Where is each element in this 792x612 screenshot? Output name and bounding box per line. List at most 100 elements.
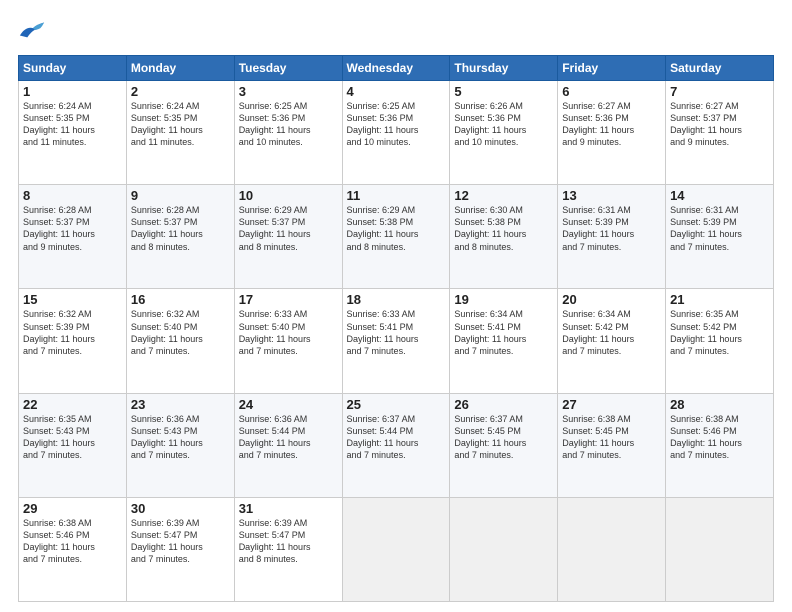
cell-info: Sunrise: 6:39 AM Sunset: 5:47 PM Dayligh… bbox=[131, 517, 230, 566]
calendar-cell: 2Sunrise: 6:24 AM Sunset: 5:35 PM Daylig… bbox=[126, 81, 234, 185]
calendar-cell: 30Sunrise: 6:39 AM Sunset: 5:47 PM Dayli… bbox=[126, 497, 234, 601]
cell-info: Sunrise: 6:32 AM Sunset: 5:40 PM Dayligh… bbox=[131, 308, 230, 357]
cell-info: Sunrise: 6:39 AM Sunset: 5:47 PM Dayligh… bbox=[239, 517, 338, 566]
calendar-cell: 26Sunrise: 6:37 AM Sunset: 5:45 PM Dayli… bbox=[450, 393, 558, 497]
calendar-cell: 6Sunrise: 6:27 AM Sunset: 5:36 PM Daylig… bbox=[558, 81, 666, 185]
day-number: 15 bbox=[23, 292, 122, 307]
calendar-cell: 21Sunrise: 6:35 AM Sunset: 5:42 PM Dayli… bbox=[666, 289, 774, 393]
cell-info: Sunrise: 6:29 AM Sunset: 5:38 PM Dayligh… bbox=[347, 204, 446, 253]
cell-info: Sunrise: 6:35 AM Sunset: 5:42 PM Dayligh… bbox=[670, 308, 769, 357]
calendar-cell: 4Sunrise: 6:25 AM Sunset: 5:36 PM Daylig… bbox=[342, 81, 450, 185]
cell-info: Sunrise: 6:31 AM Sunset: 5:39 PM Dayligh… bbox=[670, 204, 769, 253]
day-number: 10 bbox=[239, 188, 338, 203]
cell-info: Sunrise: 6:37 AM Sunset: 5:44 PM Dayligh… bbox=[347, 413, 446, 462]
calendar-cell: 20Sunrise: 6:34 AM Sunset: 5:42 PM Dayli… bbox=[558, 289, 666, 393]
cell-info: Sunrise: 6:27 AM Sunset: 5:36 PM Dayligh… bbox=[562, 100, 661, 149]
calendar-cell: 25Sunrise: 6:37 AM Sunset: 5:44 PM Dayli… bbox=[342, 393, 450, 497]
calendar-cell: 27Sunrise: 6:38 AM Sunset: 5:45 PM Dayli… bbox=[558, 393, 666, 497]
calendar-cell: 10Sunrise: 6:29 AM Sunset: 5:37 PM Dayli… bbox=[234, 185, 342, 289]
cell-info: Sunrise: 6:36 AM Sunset: 5:43 PM Dayligh… bbox=[131, 413, 230, 462]
cell-info: Sunrise: 6:33 AM Sunset: 5:40 PM Dayligh… bbox=[239, 308, 338, 357]
calendar-cell: 18Sunrise: 6:33 AM Sunset: 5:41 PM Dayli… bbox=[342, 289, 450, 393]
calendar-cell: 9Sunrise: 6:28 AM Sunset: 5:37 PM Daylig… bbox=[126, 185, 234, 289]
cell-info: Sunrise: 6:34 AM Sunset: 5:42 PM Dayligh… bbox=[562, 308, 661, 357]
day-number: 5 bbox=[454, 84, 553, 99]
calendar-cell: 5Sunrise: 6:26 AM Sunset: 5:36 PM Daylig… bbox=[450, 81, 558, 185]
day-number: 2 bbox=[131, 84, 230, 99]
calendar-cell bbox=[558, 497, 666, 601]
calendar-cell: 19Sunrise: 6:34 AM Sunset: 5:41 PM Dayli… bbox=[450, 289, 558, 393]
cell-info: Sunrise: 6:36 AM Sunset: 5:44 PM Dayligh… bbox=[239, 413, 338, 462]
calendar-cell bbox=[666, 497, 774, 601]
day-number: 31 bbox=[239, 501, 338, 516]
day-number: 27 bbox=[562, 397, 661, 412]
cell-info: Sunrise: 6:38 AM Sunset: 5:46 PM Dayligh… bbox=[23, 517, 122, 566]
calendar-cell: 28Sunrise: 6:38 AM Sunset: 5:46 PM Dayli… bbox=[666, 393, 774, 497]
calendar-cell: 14Sunrise: 6:31 AM Sunset: 5:39 PM Dayli… bbox=[666, 185, 774, 289]
cell-info: Sunrise: 6:32 AM Sunset: 5:39 PM Dayligh… bbox=[23, 308, 122, 357]
cell-info: Sunrise: 6:34 AM Sunset: 5:41 PM Dayligh… bbox=[454, 308, 553, 357]
calendar-cell: 15Sunrise: 6:32 AM Sunset: 5:39 PM Dayli… bbox=[19, 289, 127, 393]
calendar-cell: 13Sunrise: 6:31 AM Sunset: 5:39 PM Dayli… bbox=[558, 185, 666, 289]
day-number: 22 bbox=[23, 397, 122, 412]
day-number: 11 bbox=[347, 188, 446, 203]
cell-info: Sunrise: 6:38 AM Sunset: 5:46 PM Dayligh… bbox=[670, 413, 769, 462]
day-number: 14 bbox=[670, 188, 769, 203]
day-number: 29 bbox=[23, 501, 122, 516]
calendar-cell bbox=[342, 497, 450, 601]
calendar-cell: 1Sunrise: 6:24 AM Sunset: 5:35 PM Daylig… bbox=[19, 81, 127, 185]
day-number: 18 bbox=[347, 292, 446, 307]
calendar-cell: 29Sunrise: 6:38 AM Sunset: 5:46 PM Dayli… bbox=[19, 497, 127, 601]
day-number: 23 bbox=[131, 397, 230, 412]
calendar-cell: 22Sunrise: 6:35 AM Sunset: 5:43 PM Dayli… bbox=[19, 393, 127, 497]
header bbox=[18, 18, 774, 45]
day-number: 4 bbox=[347, 84, 446, 99]
cell-info: Sunrise: 6:33 AM Sunset: 5:41 PM Dayligh… bbox=[347, 308, 446, 357]
logo-bird-icon bbox=[18, 18, 46, 45]
day-number: 20 bbox=[562, 292, 661, 307]
day-number: 1 bbox=[23, 84, 122, 99]
day-number: 7 bbox=[670, 84, 769, 99]
day-number: 8 bbox=[23, 188, 122, 203]
cell-info: Sunrise: 6:38 AM Sunset: 5:45 PM Dayligh… bbox=[562, 413, 661, 462]
day-header-sunday: Sunday bbox=[19, 56, 127, 81]
calendar-cell: 8Sunrise: 6:28 AM Sunset: 5:37 PM Daylig… bbox=[19, 185, 127, 289]
calendar-table: SundayMondayTuesdayWednesdayThursdayFrid… bbox=[18, 55, 774, 602]
day-number: 24 bbox=[239, 397, 338, 412]
day-header-friday: Friday bbox=[558, 56, 666, 81]
cell-info: Sunrise: 6:35 AM Sunset: 5:43 PM Dayligh… bbox=[23, 413, 122, 462]
day-header-saturday: Saturday bbox=[666, 56, 774, 81]
cell-info: Sunrise: 6:25 AM Sunset: 5:36 PM Dayligh… bbox=[347, 100, 446, 149]
logo bbox=[18, 18, 48, 45]
cell-info: Sunrise: 6:26 AM Sunset: 5:36 PM Dayligh… bbox=[454, 100, 553, 149]
calendar-cell: 23Sunrise: 6:36 AM Sunset: 5:43 PM Dayli… bbox=[126, 393, 234, 497]
day-number: 17 bbox=[239, 292, 338, 307]
calendar-cell: 24Sunrise: 6:36 AM Sunset: 5:44 PM Dayli… bbox=[234, 393, 342, 497]
day-header-tuesday: Tuesday bbox=[234, 56, 342, 81]
cell-info: Sunrise: 6:29 AM Sunset: 5:37 PM Dayligh… bbox=[239, 204, 338, 253]
day-number: 25 bbox=[347, 397, 446, 412]
cell-info: Sunrise: 6:25 AM Sunset: 5:36 PM Dayligh… bbox=[239, 100, 338, 149]
day-number: 21 bbox=[670, 292, 769, 307]
cell-info: Sunrise: 6:24 AM Sunset: 5:35 PM Dayligh… bbox=[131, 100, 230, 149]
cell-info: Sunrise: 6:37 AM Sunset: 5:45 PM Dayligh… bbox=[454, 413, 553, 462]
cell-info: Sunrise: 6:28 AM Sunset: 5:37 PM Dayligh… bbox=[23, 204, 122, 253]
calendar-cell: 12Sunrise: 6:30 AM Sunset: 5:38 PM Dayli… bbox=[450, 185, 558, 289]
day-number: 3 bbox=[239, 84, 338, 99]
calendar-cell: 17Sunrise: 6:33 AM Sunset: 5:40 PM Dayli… bbox=[234, 289, 342, 393]
calendar-cell: 31Sunrise: 6:39 AM Sunset: 5:47 PM Dayli… bbox=[234, 497, 342, 601]
calendar-cell: 16Sunrise: 6:32 AM Sunset: 5:40 PM Dayli… bbox=[126, 289, 234, 393]
calendar-cell: 11Sunrise: 6:29 AM Sunset: 5:38 PM Dayli… bbox=[342, 185, 450, 289]
cell-info: Sunrise: 6:27 AM Sunset: 5:37 PM Dayligh… bbox=[670, 100, 769, 149]
day-number: 9 bbox=[131, 188, 230, 203]
cell-info: Sunrise: 6:31 AM Sunset: 5:39 PM Dayligh… bbox=[562, 204, 661, 253]
calendar-cell bbox=[450, 497, 558, 601]
day-number: 19 bbox=[454, 292, 553, 307]
day-header-monday: Monday bbox=[126, 56, 234, 81]
day-number: 13 bbox=[562, 188, 661, 203]
day-number: 6 bbox=[562, 84, 661, 99]
day-number: 28 bbox=[670, 397, 769, 412]
cell-info: Sunrise: 6:28 AM Sunset: 5:37 PM Dayligh… bbox=[131, 204, 230, 253]
calendar-cell: 7Sunrise: 6:27 AM Sunset: 5:37 PM Daylig… bbox=[666, 81, 774, 185]
day-header-thursday: Thursday bbox=[450, 56, 558, 81]
